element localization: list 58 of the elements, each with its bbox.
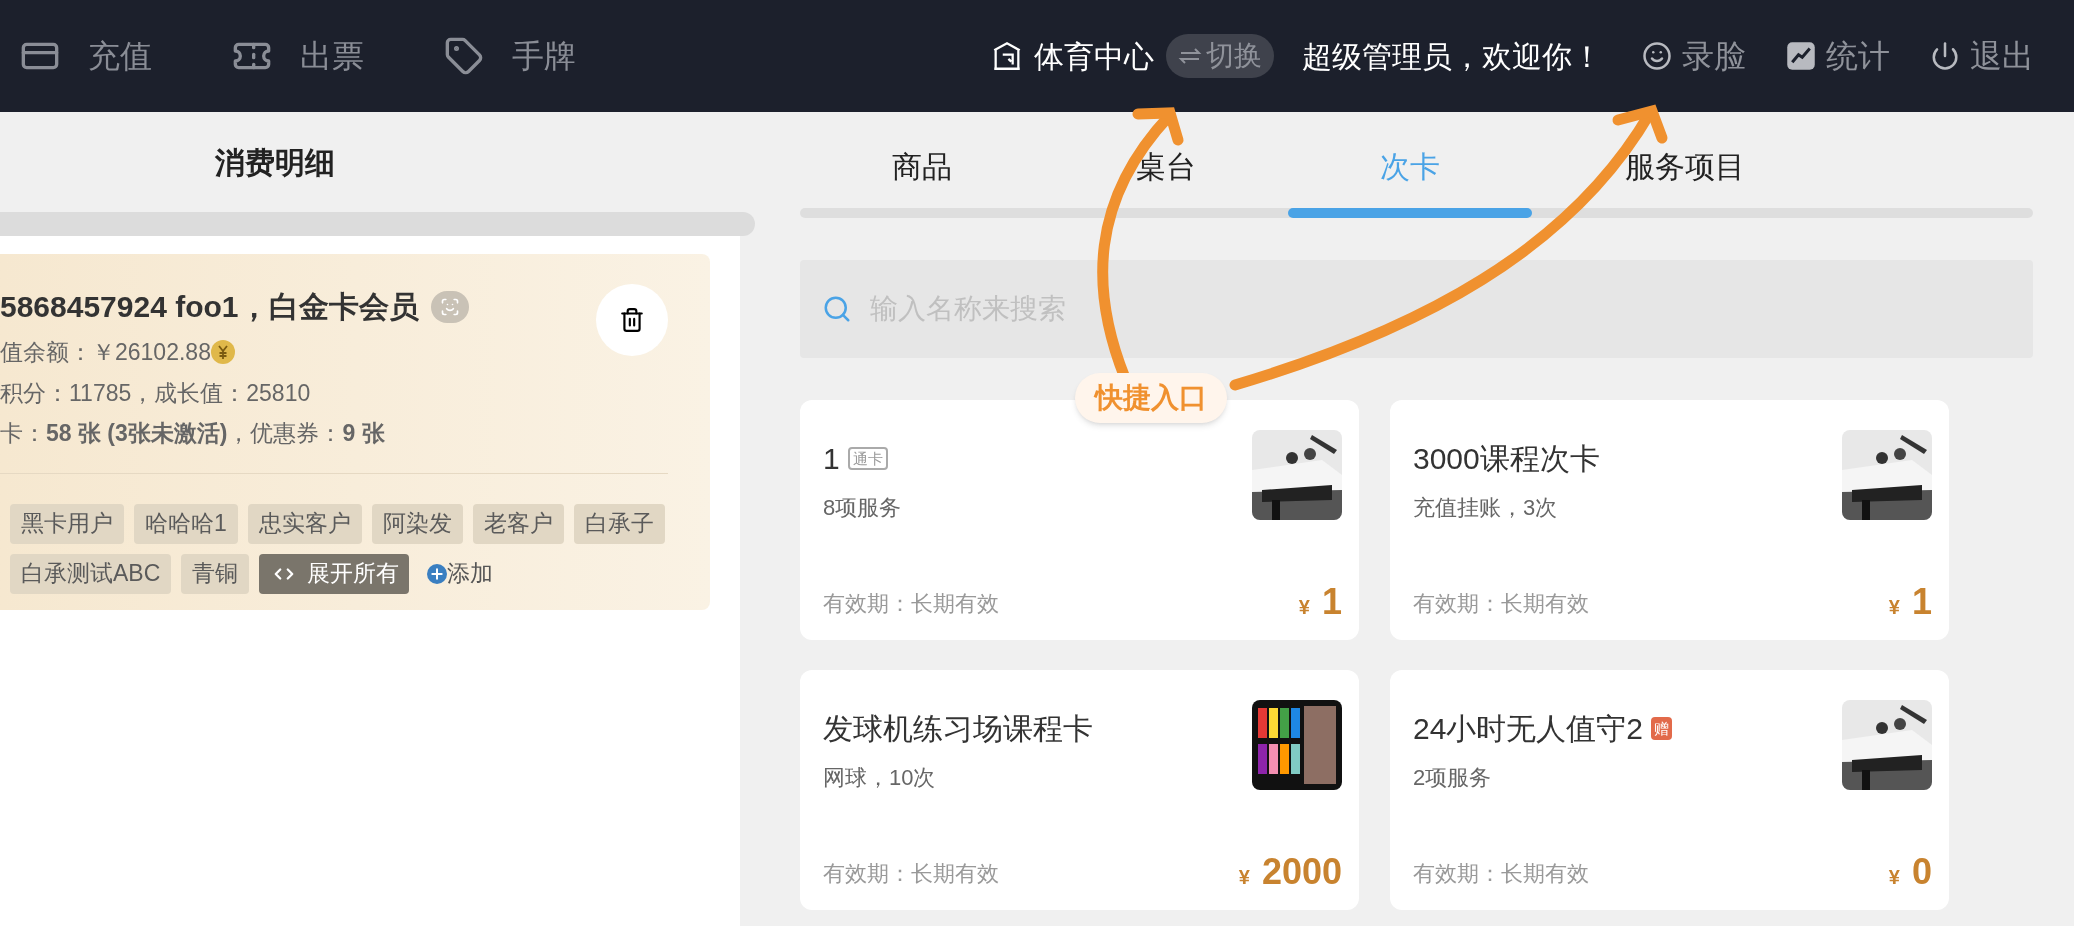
search-icon [822,294,852,324]
category-tab[interactable]: 服务项目 [1532,112,1838,208]
nav-item[interactable]: 充值 [20,32,152,80]
member-tag: 白承子 [573,503,665,544]
member-tag: 忠实客户 [247,503,362,544]
power-icon [1930,41,1960,71]
card-title: 发球机练习场课程卡 [823,711,1093,747]
tag-icon [444,36,484,76]
price: ¥ 1 [1888,584,1932,620]
category-tab[interactable]: 桌台 [1044,112,1288,208]
panel-title: 消费明细 [215,144,335,181]
card-subtitle: 充值挂账，3次 [1413,494,1559,522]
plus-icon [427,563,448,584]
coin-icon [210,340,235,365]
validity-text: 有效期：长期有效 [823,860,999,888]
card-subtitle: 网球，10次 [823,764,937,792]
face-icon [1642,41,1672,71]
validity-text: 有效期：长期有效 [823,590,999,618]
toolbar-item[interactable]: 录脸 [1642,32,1746,80]
product-card[interactable]: 24小时无人值守2 赠 2项服务 有效期：长期有效 ¥ 0 [1390,670,1949,910]
category-tab[interactable]: 商品 [800,112,1044,208]
points-text: 积分：11785，成长值：25810 [0,378,312,408]
shortcut-callout: 快捷入口 [1075,373,1227,423]
balance-text: 值余额：￥26102.88 [0,338,211,367]
toolbar-item[interactable]: 统计 [1786,32,1890,80]
face-scan-icon [430,290,469,323]
card-title: 1 [823,441,840,477]
price: ¥ 1 [1298,584,1342,620]
price: ¥ 2000 [1238,854,1342,890]
member-tag: 青铜 [181,553,250,594]
nav-item[interactable]: 出票 [232,32,364,80]
toolbar-item[interactable]: 退出 [1930,32,2034,80]
expand-all-button[interactable]: 展开所有 [259,553,410,594]
member-tag: 哈哈哈1 [134,503,238,544]
cards-text: 卡：58 张 (3张未激活)，优惠券：9 张 [0,419,386,448]
card-subtitle: 2项服务 [1413,764,1493,792]
gift-badge: 赠 [1651,717,1673,740]
card-title: 3000课程次卡 [1413,441,1600,477]
validity-text: 有效期：长期有效 [1413,590,1589,618]
member-tag: 黑卡用户 [10,503,124,544]
trash-icon [619,307,645,333]
member-title: 5868457924 foo1，白金卡会员 [0,289,419,325]
member-tag: 白承测试ABC [10,553,172,594]
member-tag: 阿染发 [371,503,463,544]
welcome-text: 超级管理员，欢迎你！ [1302,38,1602,75]
validity-text: 有效期：长期有效 [1413,860,1589,888]
product-card[interactable]: 发球机练习场课程卡 网球，10次 有效期：长期有效 ¥ 2000 [800,670,1359,910]
venue-name: 体育中心 [1034,38,1154,75]
price: ¥ 0 [1888,854,1932,890]
card-type-badge: 通卡 [847,447,888,470]
add-tag-button[interactable]: 添加 [427,556,494,591]
member-tag: 老客户 [472,503,564,544]
product-card[interactable]: 3000课程次卡 充值挂账，3次 有效期：长期有效 ¥ 1 [1390,400,1949,640]
switch-venue-button[interactable]: 切换 [1166,34,1274,78]
card-subtitle: 8项服务 [823,494,902,522]
card-title: 24小时无人值守2 [1413,711,1644,747]
nav-item[interactable]: 手牌 [444,32,576,80]
chart-icon [1786,41,1816,71]
